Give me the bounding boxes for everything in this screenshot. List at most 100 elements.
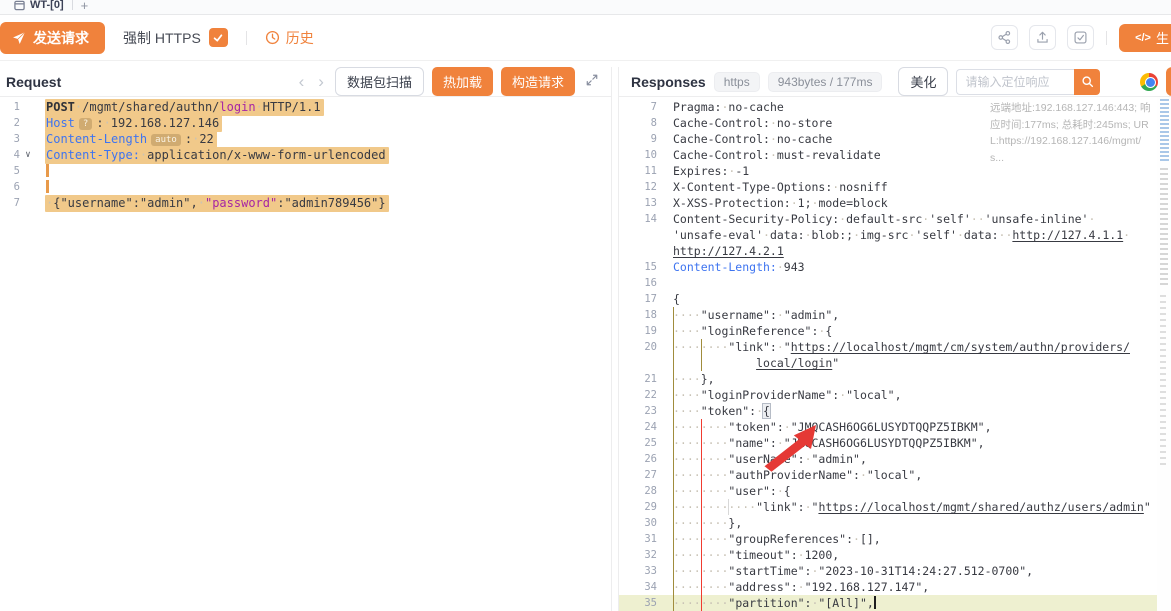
- beautify-button[interactable]: 美化: [898, 67, 948, 96]
- response-line-12[interactable]: 12X-Content-Type-Options:·nosniff: [619, 179, 1171, 195]
- response-line-16[interactable]: 16: [619, 275, 1171, 291]
- line-number: 11: [619, 163, 657, 179]
- line-number: 12: [619, 179, 657, 195]
- tooltip-line: s...: [990, 150, 1150, 167]
- search-button[interactable]: [1074, 69, 1100, 95]
- code-segment: mode=block: [818, 196, 887, 210]
- expand-icon: [585, 73, 599, 87]
- code-segment: ··: [999, 228, 1013, 242]
- code-segment: blob:;: [812, 228, 854, 242]
- code-text: ····"loginReference":·{: [673, 323, 832, 339]
- code-segment: 'self': [915, 228, 957, 242]
- line-number: 17: [619, 291, 657, 307]
- code-segment: {"username":"admin",: [53, 196, 198, 210]
- code-segment: 'self': [929, 212, 971, 226]
- force-https-checkbox[interactable]: [209, 28, 228, 47]
- response-line-23[interactable]: 23····"token":·{: [619, 403, 1171, 419]
- new-tab-button[interactable]: +: [81, 0, 89, 13]
- code-segment: ·: [756, 404, 763, 418]
- code-segment: "password": [205, 196, 277, 210]
- code-text: Content-Security-Policy:·default-src·'se…: [673, 211, 1095, 227]
- browser-chrome-icon[interactable]: [1140, 73, 1158, 91]
- code-segment: must-revalidate: [777, 148, 881, 162]
- request-editor[interactable]: 1POST·/mgmt/shared/authn/login·HTTP/1.12…: [0, 97, 611, 611]
- code-segment: login: [219, 100, 255, 114]
- code-segment: :"admin789456"}: [277, 196, 385, 210]
- code-segment: X-Content-Type-Options:: [673, 180, 832, 194]
- tab-wt-0[interactable]: WT-[0]: [14, 0, 64, 11]
- response-line-13[interactable]: 13X-XSS-Protection:·1;·mode=block: [619, 195, 1171, 211]
- code-text: ········"timeout":·1200,: [673, 547, 839, 563]
- inline-chip: auto: [151, 134, 181, 146]
- code-segment: "admin",: [784, 308, 839, 322]
- code-text: ····"token":·{: [673, 403, 770, 419]
- code-text: POST·/mgmt/shared/authn/login·HTTP/1.1: [46, 99, 324, 115]
- code-text: ········"user":·{: [673, 483, 791, 499]
- code-text: ····},: [673, 371, 715, 387]
- annotation-arrow-icon: [762, 417, 822, 477]
- response-line-21[interactable]: 21····},: [619, 371, 1171, 387]
- code-segment: HTTP/1.1: [263, 100, 321, 114]
- export-button[interactable]: [1029, 25, 1056, 50]
- request-line-7[interactable]: 7·{"username":"admin",·"password":"admin…: [0, 195, 611, 211]
- history-forward-button[interactable]: ›: [315, 73, 327, 90]
- code-segment: "partition":: [728, 596, 811, 610]
- code-segment: 1200,: [805, 548, 840, 562]
- code-segment: Content-Length:: [673, 260, 777, 274]
- history-back-button[interactable]: ‹: [296, 73, 308, 90]
- code-segment: :: [96, 116, 103, 130]
- response-editor[interactable]: 远端地址:192.168.127.146:443; 响应时间:177ms; 总耗…: [619, 97, 1171, 611]
- code-segment: 'unsafe-inline': [985, 212, 1089, 226]
- code-segment: "address":: [728, 580, 797, 594]
- minimap[interactable]: [1157, 97, 1171, 611]
- code-text: ····"username":·"admin",: [673, 307, 839, 323]
- fullscreen-button[interactable]: [583, 73, 601, 90]
- response-line-19[interactable]: 19····"loginReference":·{: [619, 323, 1171, 339]
- code-segment: http://127.4.2.1: [673, 244, 784, 258]
- request-line-5[interactable]: 5: [0, 163, 611, 179]
- code-segment: ····: [673, 404, 701, 418]
- code-segment: "local",: [846, 388, 901, 402]
- share-button[interactable]: [991, 25, 1018, 50]
- code-segment: ": [784, 340, 791, 354]
- request-line-2[interactable]: 2Host?:·192.168.127.146: [0, 115, 611, 131]
- construct-request-button[interactable]: 构造请求: [501, 67, 575, 96]
- generate-code-button[interactable]: </> 生: [1119, 24, 1171, 52]
- request-line-4[interactable]: 4∨Content-Type:·application/x-www-form-u…: [0, 147, 611, 163]
- edit-confirm-button[interactable]: [1067, 25, 1094, 50]
- search-input[interactable]: [956, 69, 1074, 95]
- details-button[interactable]: 详情: [1166, 67, 1171, 96]
- force-https-label: 强制 HTTPS: [123, 28, 201, 48]
- line-number: 27: [619, 467, 657, 483]
- hot-reload-button[interactable]: 热加载: [432, 67, 493, 96]
- code-segment: X-XSS-Protection:: [673, 196, 791, 210]
- code-text: {: [673, 291, 680, 307]
- response-line-17[interactable]: 17 {: [619, 291, 1171, 307]
- app-window: WT-[0] + 发送请求 强制 HTTPS: [0, 0, 1171, 611]
- code-brackets-icon: </>: [1135, 32, 1151, 44]
- generate-code-label: 生: [1156, 28, 1169, 47]
- code-segment: "[All]",: [818, 596, 873, 610]
- code-segment: https://localhost/mgmt/cm/system/authn/p…: [791, 340, 1130, 354]
- code-segment: "2023-10-31T14:24:27.512-0700",: [818, 564, 1033, 578]
- code-segment: ·: [1088, 212, 1095, 226]
- request-line-3[interactable]: 3Content-Lengthauto:·22: [0, 131, 611, 147]
- fold-chevron-icon[interactable]: ∨: [20, 147, 36, 163]
- history-button[interactable]: 历史: [265, 28, 314, 48]
- line-number: 25: [619, 435, 657, 451]
- code-segment: :: [185, 132, 192, 146]
- response-line-15[interactable]: 15Content-Length:·943: [619, 259, 1171, 275]
- response-line-14[interactable]: 14Content-Security-Policy:·default-src·'…: [619, 211, 1171, 227]
- line-number: 22: [619, 387, 657, 403]
- response-line-wrap[interactable]: http://127.4.2.1: [619, 243, 1171, 259]
- response-line-wrap[interactable]: 'unsafe-eval'·data:·blob:;·img-src·'self…: [619, 227, 1171, 243]
- send-request-button[interactable]: 发送请求: [0, 22, 105, 54]
- protocol-badge: https: [714, 72, 760, 92]
- packet-scan-button[interactable]: 数据包扫描: [335, 67, 424, 96]
- response-line-22[interactable]: 22····"loginProviderName":·"local",: [619, 387, 1171, 403]
- request-line-1[interactable]: 1POST·/mgmt/shared/authn/login·HTTP/1.1: [0, 99, 611, 115]
- request-line-6[interactable]: 6: [0, 179, 611, 195]
- code-segment: ·: [770, 116, 777, 130]
- line-number: 24: [619, 419, 657, 435]
- response-line-18[interactable]: 18····"username":·"admin",: [619, 307, 1171, 323]
